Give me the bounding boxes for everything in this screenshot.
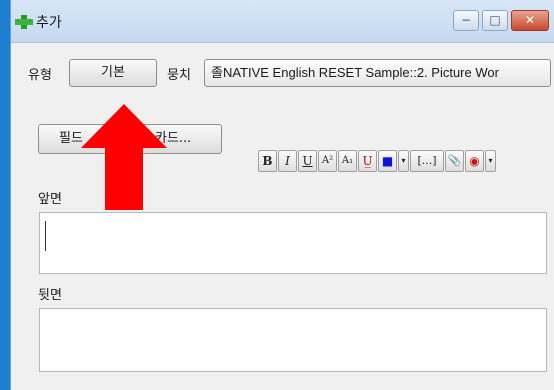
cloze-button[interactable]: [...] <box>410 150 444 172</box>
add-note-window: 추가 − □ ✕ 유형 기본 뭉치 졸NATIVE English RESET … <box>10 0 554 390</box>
note-type-button[interactable]: 기본 <box>69 59 157 87</box>
fields-button[interactable]: 필드 <box>59 125 83 153</box>
text-color-dropdown[interactable]: ▾ <box>398 150 409 172</box>
subscript-button[interactable]: A₁ <box>338 150 357 172</box>
more-options-dropdown[interactable]: ▾ <box>485 150 496 172</box>
front-field-editor[interactable] <box>39 212 547 274</box>
maximize-button[interactable]: □ <box>482 10 508 31</box>
italic-button[interactable]: I <box>278 150 297 172</box>
text-caret <box>45 221 46 251</box>
clear-format-button[interactable]: U̲ <box>358 150 377 172</box>
superscript-button[interactable]: A² <box>318 150 337 172</box>
type-label: 유형 <box>28 68 52 83</box>
add-plus-icon <box>15 15 33 29</box>
front-field-label: 앞면 <box>38 192 62 207</box>
text-color-button[interactable]: ■ <box>378 150 397 172</box>
deck-selector[interactable]: 졸NATIVE English RESET Sample::2. Picture… <box>204 59 551 87</box>
underline-button[interactable]: U <box>298 150 317 172</box>
back-field-label: 뒷면 <box>38 288 62 303</box>
red-arrow-annotation <box>81 104 167 210</box>
bold-button[interactable]: B <box>258 150 277 172</box>
minimize-button[interactable]: − <box>453 10 479 31</box>
window-title: 추가 <box>36 15 62 31</box>
back-field-editor[interactable] <box>39 308 547 372</box>
record-audio-button[interactable]: ◉ <box>465 150 484 172</box>
deck-label: 뭉치 <box>167 68 191 83</box>
title-bar: 추가 − □ ✕ <box>11 0 554 43</box>
attach-media-button[interactable]: 📎 <box>445 150 464 172</box>
close-button[interactable]: ✕ <box>511 10 549 31</box>
